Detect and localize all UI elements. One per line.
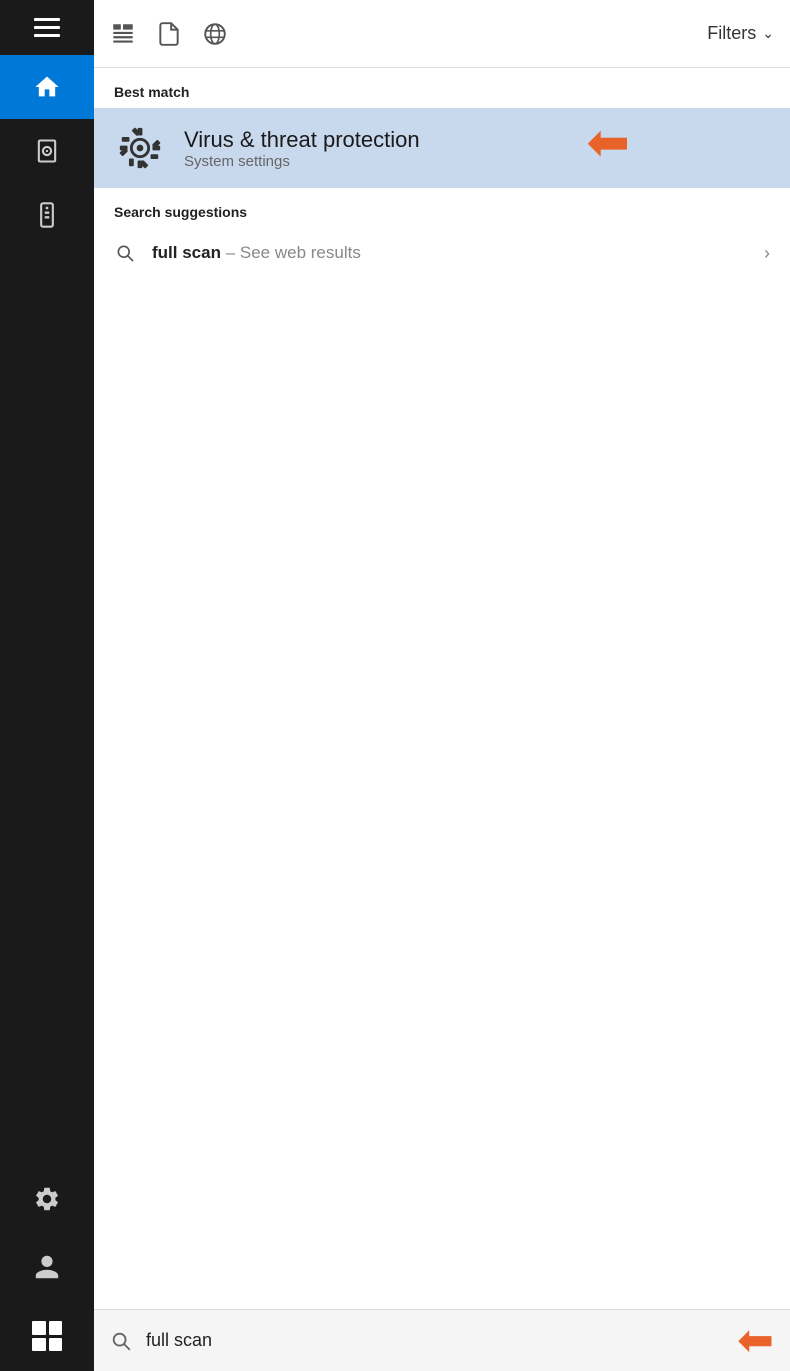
pointer-arrow: ⬅ bbox=[586, 117, 630, 169]
bottom-search-bar: ⬅ bbox=[94, 1309, 790, 1371]
sidebar-item-record[interactable] bbox=[0, 119, 94, 183]
document-icon[interactable] bbox=[156, 21, 182, 47]
search-input[interactable] bbox=[146, 1330, 713, 1351]
tower-icon bbox=[33, 201, 61, 229]
gear-icon bbox=[33, 1185, 61, 1213]
best-match-subtitle: System settings bbox=[184, 153, 420, 170]
suggestion-chevron-icon: › bbox=[764, 243, 770, 264]
hamburger-icon bbox=[34, 18, 60, 37]
filters-label: Filters bbox=[707, 23, 756, 44]
results-panel: Best match bbox=[94, 68, 790, 1309]
sidebar-item-windows[interactable] bbox=[0, 1301, 94, 1371]
filters-button[interactable]: Filters ⌄ bbox=[707, 23, 774, 44]
windows-logo bbox=[32, 1321, 62, 1351]
suggestion-text: full scan – See web results bbox=[152, 243, 748, 263]
topbar-icons bbox=[110, 21, 687, 47]
person-icon bbox=[33, 1253, 61, 1281]
best-match-title: Virus & threat protection bbox=[184, 127, 420, 153]
sidebar-item-home[interactable] bbox=[0, 55, 94, 119]
bottom-arrow-pointer: ⬅ bbox=[737, 1315, 774, 1366]
search-small-icon bbox=[114, 242, 136, 264]
best-match-text: Virus & threat protection System setting… bbox=[184, 127, 420, 170]
sidebar-nav bbox=[0, 55, 94, 1165]
sidebar-bottom bbox=[0, 1165, 94, 1371]
grid-icon[interactable] bbox=[110, 21, 136, 47]
chevron-down-icon: ⌄ bbox=[762, 25, 774, 42]
suggestion-query: full scan bbox=[152, 243, 221, 262]
globe-icon[interactable] bbox=[202, 21, 228, 47]
home-icon bbox=[33, 73, 61, 101]
sidebar-item-settings[interactable] bbox=[0, 1165, 94, 1233]
virus-protection-icon bbox=[114, 122, 166, 174]
sidebar-item-user[interactable] bbox=[0, 1233, 94, 1301]
suggestion-suffix: – See web results bbox=[221, 243, 361, 262]
sidebar-item-monitor[interactable] bbox=[0, 183, 94, 247]
sidebar bbox=[0, 0, 94, 1371]
topbar: Filters ⌄ bbox=[94, 0, 790, 68]
best-match-item[interactable]: Virus & threat protection System setting… bbox=[94, 108, 790, 188]
search-bottom-icon bbox=[110, 1330, 132, 1352]
best-match-label: Best match bbox=[94, 68, 790, 108]
suggestion-item[interactable]: full scan – See web results › bbox=[94, 228, 790, 278]
main-content: Filters ⌄ Best match bbox=[94, 0, 790, 1371]
search-suggestions-label: Search suggestions bbox=[94, 188, 790, 228]
record-icon bbox=[33, 137, 61, 165]
hamburger-menu[interactable] bbox=[0, 0, 94, 55]
